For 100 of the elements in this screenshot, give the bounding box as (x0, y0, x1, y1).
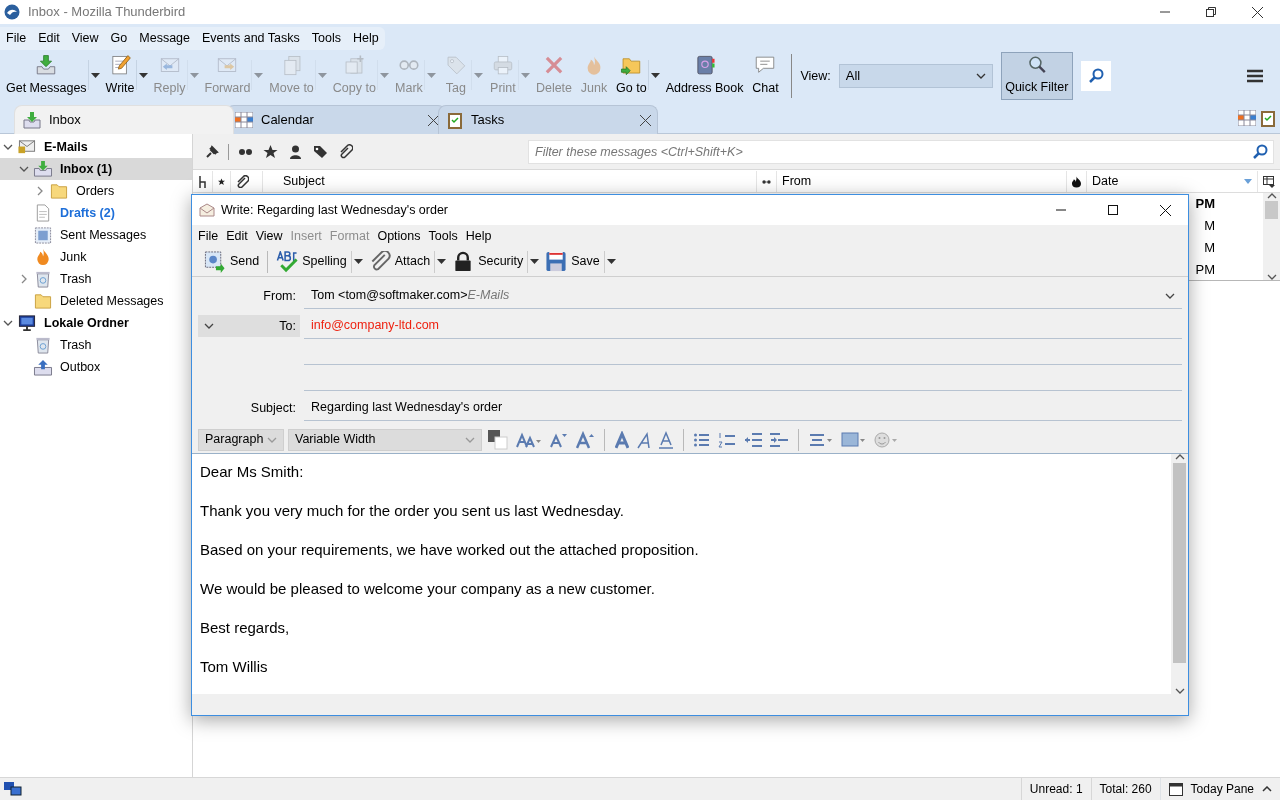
menu-item[interactable]: Options (373, 226, 425, 246)
folder-item[interactable]: Deleted Messages (0, 290, 192, 312)
toolbar-button[interactable]: Chat (747, 52, 784, 100)
toolbar-button[interactable]: Write (101, 52, 136, 100)
menu-item[interactable]: Events and Tasks (196, 27, 306, 50)
network-computers-icon (4, 782, 22, 796)
menu-item[interactable]: Tools (305, 27, 347, 50)
menu-item[interactable]: Help (346, 27, 385, 50)
paperclip-icon (338, 144, 353, 159)
column-header[interactable]: From (777, 171, 1067, 192)
folder-item[interactable]: Trash (0, 334, 192, 356)
menu-item[interactable]: File (0, 27, 33, 50)
from-select[interactable]: Tom <tom@softmaker.com>E-Mails (304, 283, 1182, 309)
toolbar-button[interactable]: Spelling (272, 248, 351, 275)
scrollbar[interactable] (1263, 193, 1280, 280)
body-paragraph: We would be pleased to welcome your company as a new customer. (200, 579, 656, 599)
folder-item[interactable]: Orders (0, 180, 192, 202)
bulleted-list-icon (694, 431, 710, 448)
tab-close-button[interactable] (640, 114, 651, 126)
folder-item[interactable]: E-Mails (0, 136, 192, 158)
menu-item[interactable]: File (194, 226, 223, 246)
column-header[interactable]: Date (1087, 171, 1258, 192)
caret-icon (189, 72, 199, 78)
recipient-field[interactable]: info@company-ltd.com (304, 313, 1182, 339)
toolbar-button[interactable]: Send (200, 248, 264, 275)
format-button[interactable] (742, 431, 764, 448)
window-title: Write: Regarding last Wednesday's order (221, 201, 449, 219)
spellcheck-icon (276, 250, 299, 273)
today-pane-button[interactable]: Today Pane (1159, 778, 1280, 800)
format-button[interactable] (635, 430, 653, 449)
folder-item[interactable]: Drafts (2) (0, 202, 192, 224)
subject-field[interactable]: Regarding last Wednesday's order (304, 395, 1182, 421)
column-picker-icon (1263, 175, 1275, 188)
menu-item[interactable]: View (65, 27, 105, 50)
view-select[interactable]: All (838, 64, 993, 88)
toolbar-button[interactable]: Address Book (661, 52, 748, 100)
caret-icon (254, 72, 264, 78)
chevron-down-icon (267, 436, 277, 443)
search-icon (1252, 143, 1268, 160)
dropdown-button[interactable] (603, 250, 618, 273)
toolbar-button[interactable]: Go to (612, 52, 648, 100)
caret-icon (520, 72, 530, 78)
dropdown-button[interactable] (135, 60, 150, 90)
scrollbar[interactable] (1171, 454, 1188, 694)
folder-item[interactable]: Junk (0, 246, 192, 268)
date-cell-text: PM (1194, 261, 1215, 280)
folder-item[interactable]: Lokale Ordner (0, 312, 192, 334)
format-button[interactable] (716, 431, 738, 448)
menu-item[interactable]: Edit (222, 226, 252, 246)
collapsed-chevron-icon (21, 274, 27, 284)
dropdown-button[interactable] (647, 60, 662, 90)
format-button[interactable] (657, 430, 675, 449)
format-button[interactable] (486, 429, 510, 450)
toolbar-button[interactable]: Save (541, 248, 604, 275)
column-header[interactable]: Subject (263, 171, 757, 192)
toolbar-button[interactable]: Security (448, 248, 528, 275)
recipient-type-select[interactable]: To: (198, 315, 300, 337)
tab[interactable]: Inbox (14, 105, 234, 134)
smiley-icon (874, 431, 898, 448)
dropdown-button[interactable] (434, 250, 449, 273)
scrollbar-thumb[interactable] (1173, 463, 1186, 663)
format-button[interactable] (692, 431, 712, 448)
tab-close-button[interactable] (428, 114, 439, 126)
quick-filter-button[interactable]: Quick Filter (1000, 52, 1073, 100)
maximize-icon (1108, 205, 1118, 215)
dropdown-button[interactable] (527, 250, 542, 273)
underline-icon (659, 430, 673, 449)
format-button[interactable] (574, 430, 596, 449)
color-swatch-icon (488, 429, 508, 450)
search-button[interactable] (1080, 61, 1111, 91)
folder-item[interactable]: Trash (0, 268, 192, 290)
format-button[interactable] (613, 430, 631, 449)
paragraph-select[interactable]: Paragraph (198, 428, 284, 451)
recycle-bin-icon (33, 270, 53, 288)
format-button[interactable] (807, 431, 835, 448)
larger-text-icon (576, 430, 594, 449)
dropdown-button[interactable] (350, 250, 365, 273)
menu-item[interactable]: Tools (424, 226, 462, 246)
date-cell-text: M (1203, 217, 1215, 236)
stamp-arrow-icon (204, 250, 226, 273)
font-select[interactable]: Variable Width (288, 428, 482, 451)
folder-item[interactable]: Inbox (1) (0, 158, 192, 180)
folder-item[interactable]: Outbox (0, 356, 192, 378)
menu-item[interactable]: Go (104, 27, 134, 50)
caret-icon (138, 72, 148, 78)
menu-item[interactable]: Edit (32, 27, 66, 50)
menu-item[interactable]: Help (461, 226, 496, 246)
date-cell-text: M (1203, 239, 1215, 258)
close-icon (640, 114, 651, 126)
scrollbar-thumb[interactable] (1265, 201, 1278, 219)
chevron-up-icon (1266, 193, 1277, 199)
dropdown-button[interactable] (87, 60, 102, 90)
menu-item[interactable]: View (251, 226, 287, 246)
menu-item[interactable]: Message (133, 27, 196, 50)
toolbar-button[interactable]: Attach (364, 248, 435, 275)
tab[interactable]: Tasks (438, 105, 658, 134)
toolbar-button[interactable]: Get Messages (2, 52, 88, 100)
format-button[interactable] (768, 431, 790, 448)
filter-field[interactable]: Filter these messages <Ctrl+Shift+K> (528, 139, 1274, 164)
folder-item[interactable]: Sent Messages (0, 224, 192, 246)
